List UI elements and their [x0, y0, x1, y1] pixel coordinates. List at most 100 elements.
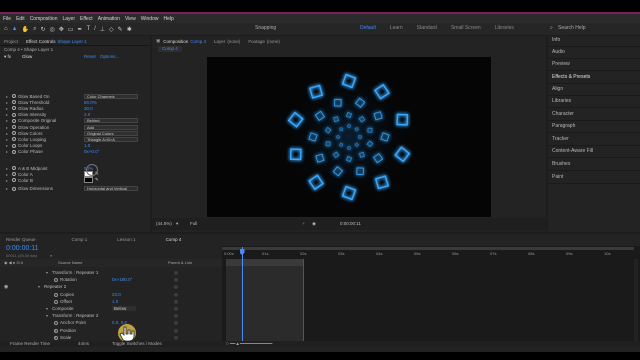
twirl-arrow-icon[interactable]: ▾	[46, 313, 48, 318]
selection-tool-icon[interactable]: ▲	[12, 26, 18, 32]
stopwatch-icon[interactable]	[12, 100, 16, 105]
panel-info[interactable]: Info	[552, 37, 560, 43]
effect-property-dropdown[interactable]: Add	[84, 124, 138, 130]
timeline-row[interactable]: ▾ Repeater 2 ◎	[0, 284, 220, 291]
effect-property-value[interactable]: 60.0%	[84, 100, 97, 105]
expand-arrow-icon[interactable]: ▸	[6, 94, 8, 99]
stopwatch-icon[interactable]	[54, 278, 58, 283]
menu-animation[interactable]: Animation	[98, 16, 120, 22]
tab-composition-name[interactable]: Comp 4	[190, 39, 206, 44]
expand-arrow-icon[interactable]: ▸	[6, 172, 8, 177]
color-swatch[interactable]	[84, 177, 93, 184]
expand-arrow-icon[interactable]: ▸	[6, 178, 8, 183]
expand-arrow-icon[interactable]: ▸	[6, 166, 8, 171]
timeline-property-dropdown[interactable]: Below	[112, 306, 137, 311]
source-name-header[interactable]: Source Name	[58, 260, 82, 265]
tab-project[interactable]: Project	[4, 39, 18, 44]
resolution-dropdown[interactable]: Full	[190, 221, 197, 226]
menu-composition[interactable]: Composition	[30, 16, 58, 22]
expression-pickwhip-icon[interactable]: ◎	[174, 320, 178, 326]
expression-pickwhip-icon[interactable]: ◎	[174, 299, 178, 305]
panel-audio[interactable]: Audio	[552, 49, 565, 55]
timeline-row[interactable]: Anchor Point 0.0, 0.0 ◎	[0, 320, 220, 327]
fx-icon[interactable]: ▾ fx	[4, 54, 11, 60]
search-icon[interactable]: ⌕	[550, 25, 553, 31]
fast-previews-icon[interactable]: ⚡	[302, 221, 305, 227]
viewer-timecode[interactable]: 0:00:00:11	[340, 221, 361, 226]
timeline-tab-lesson-1[interactable]: Lesson 1	[117, 237, 135, 242]
visibility-eye-icon[interactable]: ◉	[4, 284, 8, 290]
expression-pickwhip-icon[interactable]: ◎	[174, 335, 178, 341]
expand-arrow-icon[interactable]: ▸	[6, 118, 8, 123]
panel-libraries[interactable]: Libraries	[552, 98, 571, 104]
timeline-row[interactable]: ▾ Position ◎	[0, 328, 220, 335]
stopwatch-icon[interactable]	[54, 299, 58, 304]
expand-arrow-icon[interactable]: ▸	[6, 149, 8, 154]
color-phase-dial[interactable]	[86, 164, 98, 176]
tab-effect-controls[interactable]: Effect Controls	[26, 39, 55, 44]
timeline-row[interactable]: ▾ Transform : Repeater 2 ◎	[0, 313, 220, 320]
twirl-arrow-icon[interactable]: ▾	[46, 270, 48, 275]
puppet-tool-icon[interactable]: ✱	[127, 26, 132, 33]
eraser-tool-icon[interactable]: ◇	[109, 26, 114, 33]
timeline-tab-comp-1[interactable]: Comp 1	[72, 237, 88, 242]
workspace-standard[interactable]: Standard	[417, 25, 437, 31]
stopwatch-icon[interactable]	[12, 125, 16, 129]
type-tool-icon[interactable]: T	[86, 26, 90, 32]
timeline-row[interactable]: Rotation 0x+180.0° ◎	[0, 277, 220, 284]
tab-layer[interactable]: Layer	[214, 39, 225, 44]
search-icon[interactable]: ⌕	[50, 253, 52, 258]
expand-arrow-icon[interactable]: ▸	[6, 106, 8, 111]
expression-pickwhip-icon[interactable]: ◎	[174, 277, 178, 283]
twirl-arrow-icon[interactable]: ▾	[38, 284, 40, 289]
workspace-libraries[interactable]: Libraries	[495, 25, 514, 31]
reset-link[interactable]: Reset	[84, 54, 96, 59]
stopwatch-icon[interactable]	[12, 166, 16, 170]
toggle-switches-modes[interactable]: Toggle Switches / Modes	[112, 341, 162, 346]
menu-effect[interactable]: Effect	[80, 16, 93, 22]
tab-footage[interactable]: Footage	[248, 39, 265, 44]
expression-pickwhip-icon[interactable]: ◎	[174, 292, 178, 298]
panel-paragraph[interactable]: Paragraph	[552, 123, 575, 129]
work-area-bar[interactable]	[222, 247, 634, 250]
panel-align[interactable]: Align	[552, 86, 563, 92]
panel-preview[interactable]: Preview	[552, 61, 570, 67]
stopwatch-icon[interactable]	[12, 178, 16, 183]
stopwatch-icon[interactable]	[54, 328, 58, 333]
parent-link-header[interactable]: Parent & Link	[168, 260, 192, 265]
timeline-timecode[interactable]: 0:00:00:11	[6, 245, 39, 252]
comp-subtab[interactable]: Comp 4	[158, 46, 182, 52]
stopwatch-icon[interactable]	[54, 292, 58, 297]
camera-snapshot-icon[interactable]: ◉	[312, 221, 316, 227]
timeline-row[interactable]: ▾ Composite Below ◎	[0, 306, 220, 313]
rectangle-tool-icon[interactable]: ▭	[68, 26, 74, 33]
expand-arrow-icon[interactable]: ▸	[6, 186, 8, 191]
panel-brushes[interactable]: Brushes	[552, 161, 570, 167]
pan-behind-tool-icon[interactable]: ✥	[59, 26, 64, 33]
timeline-scrollbar[interactable]	[634, 259, 638, 341]
timeline-property-value[interactable]: 1.0	[112, 299, 118, 304]
zoom-slider[interactable]: ○ ━━▲━━━━━━━━━━━━	[226, 341, 272, 347]
rotate-tool-icon[interactable]: ↻	[40, 26, 45, 33]
stopwatch-icon[interactable]	[12, 172, 16, 177]
menu-window[interactable]: Window	[141, 16, 159, 22]
workspace-small-screen[interactable]: Small Screen	[451, 25, 481, 31]
expression-pickwhip-icon[interactable]: ◎	[174, 328, 178, 334]
effect-property-dropdown[interactable]: Behind	[84, 118, 138, 124]
pen-tool-icon[interactable]: ✒	[77, 26, 82, 33]
expand-arrow-icon[interactable]: ▸	[6, 100, 8, 105]
timeline-row[interactable]: Copies 23.0 ◎	[0, 292, 220, 299]
expand-arrow-icon[interactable]: ▸	[6, 112, 8, 117]
effect-property-dropdown[interactable]: Triangle A>B>A	[84, 136, 138, 142]
layer-out-point[interactable]	[300, 259, 304, 341]
home-icon[interactable]: ⌂	[4, 26, 8, 32]
stopwatch-icon[interactable]	[12, 149, 16, 154]
effect-property-value[interactable]: 2.0	[84, 112, 90, 117]
expression-pickwhip-icon[interactable]: ◎	[174, 284, 178, 290]
workspace-learn[interactable]: Learn	[390, 25, 403, 31]
panel-content-aware-fill[interactable]: Content-Aware Fill	[552, 148, 593, 154]
options-link[interactable]: Options...	[100, 54, 119, 59]
chevron-down-icon[interactable]: ▾	[176, 221, 178, 227]
panel-character[interactable]: Character	[552, 111, 574, 117]
timeline-row[interactable]: Offset 1.0 ◎	[0, 299, 220, 306]
